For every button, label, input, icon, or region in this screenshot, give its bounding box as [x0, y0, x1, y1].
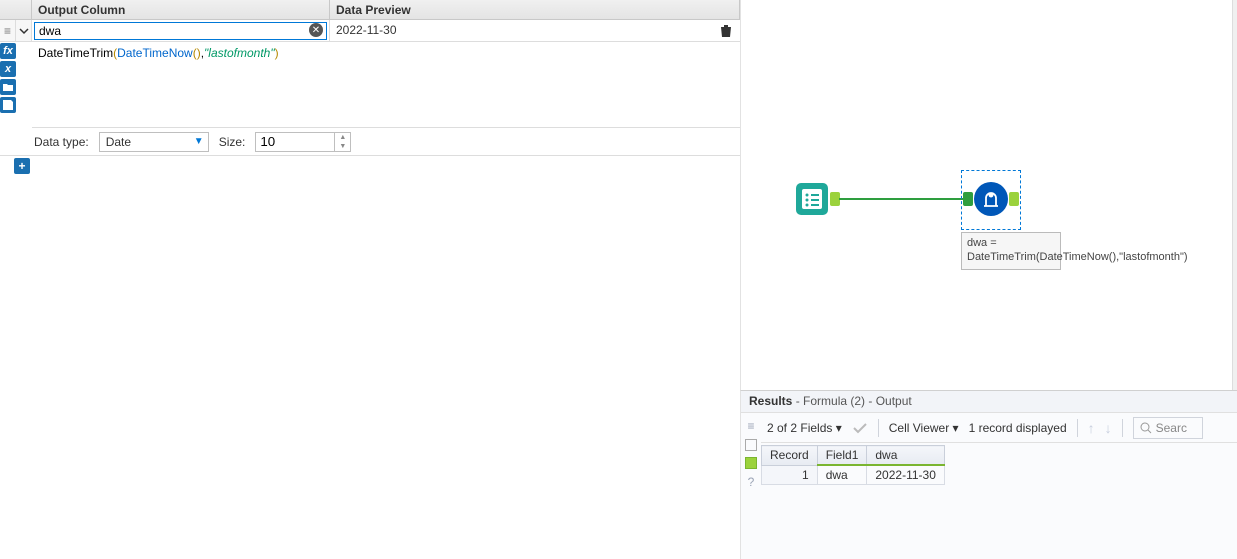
search-placeholder: Searc [1156, 421, 1187, 435]
variable-x-icon[interactable]: x [0, 61, 16, 77]
spinner-down-icon[interactable]: ▼ [335, 142, 350, 151]
header-gutter [0, 0, 32, 19]
output-toggle-icon[interactable] [745, 457, 757, 469]
table-row[interactable]: 1 dwa 2022-11-30 [762, 465, 945, 485]
results-title: Results [749, 394, 792, 408]
config-header-row: Output Column Data Preview [0, 0, 740, 20]
folder-icon[interactable] [0, 79, 16, 95]
results-main: 2 of 2 Fields ▾ Cell Viewer ▾ 1 record d… [761, 413, 1237, 489]
collapse-chevron-icon[interactable] [16, 20, 32, 41]
col-field1[interactable]: Field1 [817, 446, 867, 466]
prev-record-icon[interactable]: ↑ [1088, 420, 1095, 436]
delete-row-icon[interactable] [712, 20, 740, 41]
record-count-label: 1 record displayed [969, 421, 1067, 435]
save-icon[interactable] [0, 97, 16, 113]
formula-output-anchor[interactable] [1009, 192, 1019, 206]
datatype-value: Date [106, 135, 131, 149]
text-input-tool-node[interactable] [795, 182, 829, 216]
spinner-up-icon[interactable]: ▲ [335, 133, 350, 142]
datatype-label: Data type: [34, 135, 89, 149]
size-spinner[interactable]: ▲ ▼ [335, 132, 351, 152]
size-input[interactable] [255, 132, 335, 152]
separator [878, 419, 879, 437]
header-data-preview: Data Preview [330, 0, 740, 19]
output-column-input[interactable] [34, 22, 327, 40]
search-icon [1140, 422, 1152, 434]
canvas-scrollbar[interactable] [1232, 0, 1237, 390]
separator [1077, 419, 1078, 437]
header-output-column: Output Column [32, 0, 330, 19]
cell-record: 1 [762, 465, 818, 485]
results-side-icons: ≡ ? [741, 413, 761, 489]
results-table: Record Field1 dwa 1 dwa 2022-11-30 [761, 445, 945, 485]
results-toolbar: 2 of 2 Fields ▾ Cell Viewer ▾ 1 record d… [761, 413, 1237, 443]
expression-area: fx x DateTimeTrim(DateTimeNow(),"lastofm… [0, 42, 740, 128]
col-record[interactable]: Record [762, 446, 818, 466]
apply-check-icon[interactable] [852, 420, 868, 436]
fx-icon[interactable]: fx [0, 43, 16, 59]
messages-toggle-icon[interactable] [745, 439, 757, 451]
list-icon[interactable]: ≡ [747, 419, 754, 433]
cell-field1: dwa [817, 465, 867, 485]
next-record-icon[interactable]: ↓ [1105, 420, 1112, 436]
add-expression-button[interactable]: + [14, 158, 30, 174]
results-header: Results - Formula (2) - Output [741, 391, 1237, 413]
results-subtitle: - Formula (2) - Output [796, 394, 912, 408]
results-panel: Results - Formula (2) - Output ≡ ? 2 of … [740, 390, 1237, 559]
formula-tool-node[interactable] [974, 182, 1008, 216]
formula-node-annotation[interactable]: dwa = DateTimeTrim(DateTimeNow(),"lastof… [961, 232, 1061, 270]
dropdown-caret-icon: ▼ [194, 136, 204, 147]
output-field-row: ≡ ✕ 2022-11-30 [0, 20, 740, 42]
connection-wire[interactable] [839, 198, 965, 200]
output-column-cell: ✕ [32, 20, 330, 41]
size-label: Size: [219, 135, 246, 149]
results-search[interactable]: Searc [1133, 417, 1203, 439]
cell-viewer-dropdown[interactable]: Cell Viewer ▾ [889, 421, 959, 435]
expression-side-icons: fx x [0, 42, 32, 128]
table-header-row: Record Field1 dwa [762, 446, 945, 466]
formula-input-anchor[interactable] [963, 192, 973, 206]
row-drag-handle-icon[interactable]: ≡ [0, 20, 16, 41]
datatype-select[interactable]: Date ▼ [99, 132, 209, 152]
datatype-row: Data type: Date ▼ Size: ▲ ▼ [0, 128, 740, 156]
help-icon[interactable]: ? [748, 475, 755, 489]
col-dwa[interactable]: dwa [867, 446, 945, 466]
data-preview-value: 2022-11-30 [330, 20, 712, 41]
clear-input-icon[interactable]: ✕ [309, 23, 323, 37]
expression-editor[interactable]: DateTimeTrim(DateTimeNow(),"lastofmonth"… [32, 42, 740, 128]
separator [1122, 419, 1123, 437]
formula-config-panel: Output Column Data Preview ≡ ✕ 2022-11-3… [0, 0, 740, 174]
fields-selector[interactable]: 2 of 2 Fields ▾ [767, 421, 842, 435]
cell-dwa: 2022-11-30 [867, 465, 945, 485]
workflow-canvas[interactable]: dwa = DateTimeTrim(DateTimeNow(),"lastof… [740, 0, 1237, 390]
